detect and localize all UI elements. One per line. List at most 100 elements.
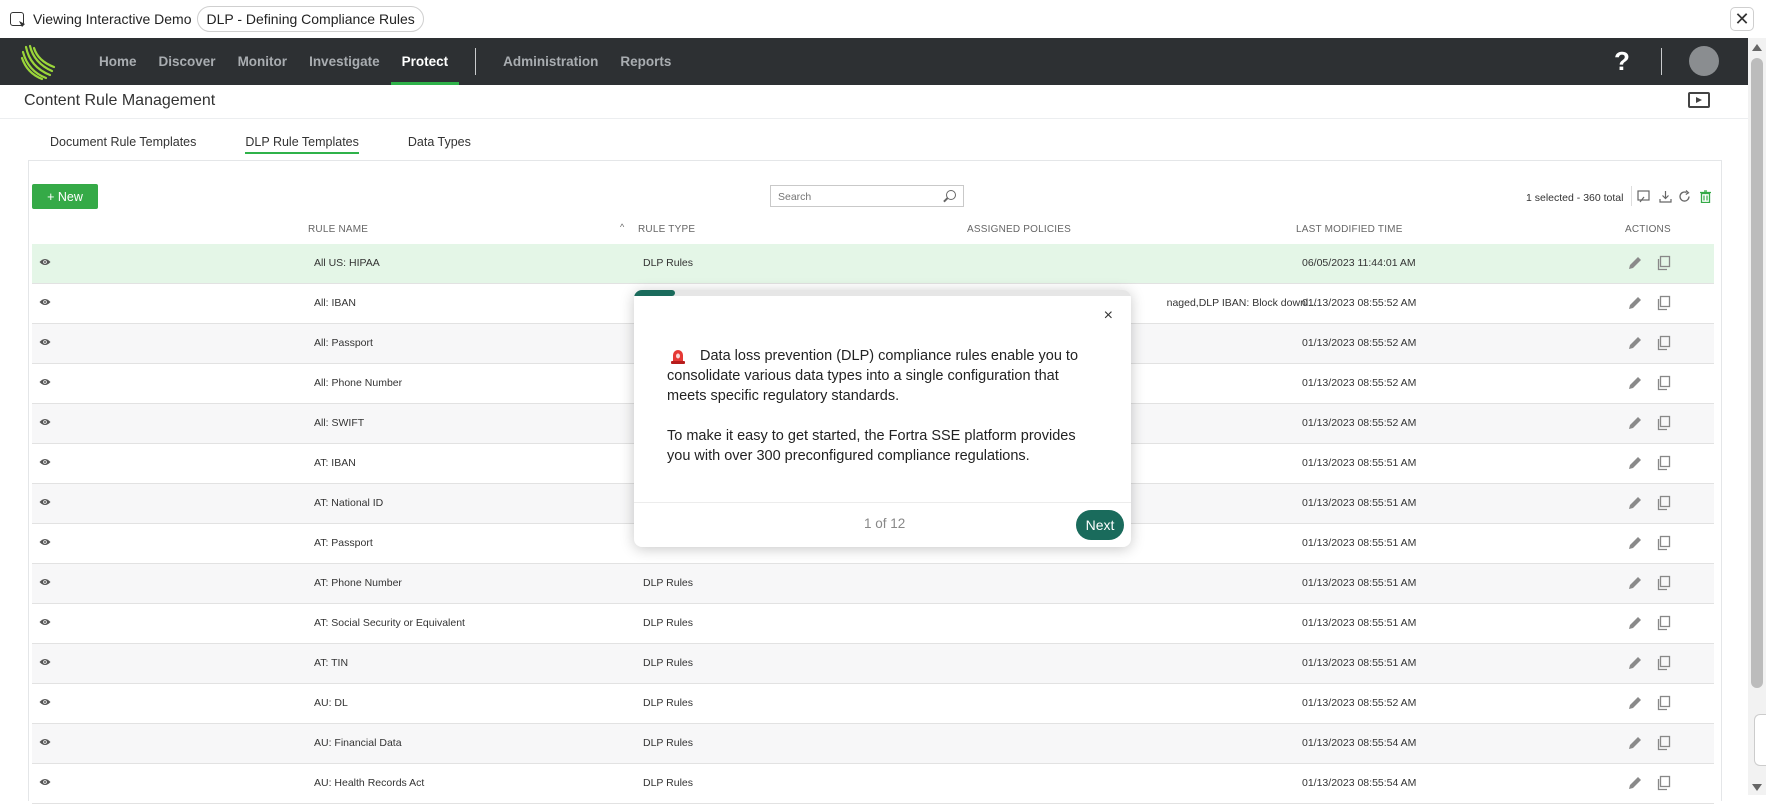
copy-icon[interactable]	[1656, 335, 1672, 351]
fortra-logo-icon[interactable]	[20, 43, 58, 81]
copy-icon[interactable]	[1656, 535, 1672, 551]
edit-icon[interactable]	[1627, 335, 1643, 351]
rule-type-cell: DLP Rules	[643, 737, 693, 749]
edit-icon[interactable]	[1627, 695, 1643, 711]
edit-icon[interactable]	[1627, 655, 1643, 671]
column-header-last-modified[interactable]: LAST MODIFIED TIME	[1296, 224, 1403, 235]
nav-item-investigate[interactable]: Investigate	[298, 38, 391, 85]
copy-icon[interactable]	[1656, 255, 1672, 271]
new-button[interactable]: + New	[32, 184, 98, 209]
view-eye-icon[interactable]	[39, 698, 51, 706]
view-eye-icon[interactable]	[39, 618, 51, 626]
search-icon[interactable]	[946, 190, 956, 200]
copy-icon[interactable]	[1656, 695, 1672, 711]
nav-item-reports[interactable]: Reports	[609, 38, 682, 85]
copy-icon[interactable]	[1656, 295, 1672, 311]
nav-item-monitor[interactable]: Monitor	[227, 38, 299, 85]
close-icon[interactable]: ✕	[1730, 7, 1754, 31]
close-icon[interactable]: ×	[1104, 308, 1113, 324]
next-button[interactable]: Next	[1076, 510, 1124, 540]
edit-icon[interactable]	[1627, 535, 1643, 551]
view-eye-icon[interactable]	[39, 738, 51, 746]
edit-icon[interactable]	[1627, 255, 1643, 271]
rule-name-cell: AU: Health Records Act	[314, 777, 425, 789]
last-modified-cell: 01/13/2023 08:55:51 AM	[1302, 577, 1417, 589]
tab-dlp-rule-templates[interactable]: DLP Rule Templates	[245, 135, 359, 154]
edit-icon[interactable]	[1627, 735, 1643, 751]
tour-step-indicator: 1 of 12	[864, 516, 906, 531]
tab-document-rule-templates[interactable]: Document Rule Templates	[50, 135, 196, 154]
view-eye-icon[interactable]	[39, 378, 51, 386]
view-eye-icon[interactable]	[39, 778, 51, 786]
view-eye-icon[interactable]	[39, 458, 51, 466]
scroll-down-icon[interactable]	[1752, 784, 1762, 791]
table-row[interactable]: AT: TIN DLP Rules 01/13/2023 08:55:51 AM	[32, 644, 1714, 684]
scroll-thumb[interactable]	[1751, 58, 1763, 688]
copy-icon[interactable]	[1656, 655, 1672, 671]
search-input[interactable]	[776, 187, 940, 207]
rule-name-cell: AT: National ID	[314, 497, 384, 509]
nav-item-home[interactable]: Home	[88, 38, 148, 85]
interactive-demo-icon	[10, 12, 24, 26]
copy-icon[interactable]	[1656, 775, 1672, 791]
tour-body: Data loss prevention (DLP) compliance ru…	[667, 346, 1097, 486]
video-icon[interactable]	[1688, 92, 1710, 108]
avatar[interactable]	[1689, 46, 1719, 76]
rule-type-cell: DLP Rules	[643, 697, 693, 709]
table-row[interactable]: AT: Phone Number DLP Rules 01/13/2023 08:5…	[32, 564, 1714, 604]
table-row[interactable]: AU: Financial Data DLP Rules 01/13/2023 08…	[32, 724, 1714, 764]
edit-icon[interactable]	[1627, 415, 1643, 431]
table-row[interactable]: All US: HIPAA DLP Rules 06/05/2023 11:44:0…	[32, 244, 1714, 284]
copy-icon[interactable]	[1656, 375, 1672, 391]
copy-icon[interactable]	[1656, 495, 1672, 511]
toolbar-divider	[1631, 186, 1632, 206]
table-row[interactable]: AU: DL DLP Rules 01/13/2023 08:55:52 AM	[32, 684, 1714, 724]
tab-data-types[interactable]: Data Types	[408, 135, 471, 154]
delete-icon[interactable]	[1699, 190, 1712, 203]
edit-icon[interactable]	[1627, 775, 1643, 791]
edit-icon[interactable]	[1627, 575, 1643, 591]
page-scrollbar[interactable]	[1748, 38, 1766, 795]
sort-ascending-icon[interactable]: ^	[620, 222, 624, 232]
view-eye-icon[interactable]	[39, 338, 51, 346]
view-eye-icon[interactable]	[39, 578, 51, 586]
view-eye-icon[interactable]	[39, 418, 51, 426]
rule-name-cell: AT: Passport	[314, 537, 373, 549]
view-eye-icon[interactable]	[39, 498, 51, 506]
table-row[interactable]: AU: Health Records Act DLP Rules 01/13/202…	[32, 764, 1714, 804]
nav-item-protect[interactable]: Protect	[390, 38, 460, 85]
column-header-assigned-policies[interactable]: ASSIGNED POLICIES	[967, 224, 1071, 235]
download-icon[interactable]	[1659, 190, 1672, 203]
refresh-icon[interactable]	[1678, 190, 1691, 203]
last-modified-cell: 01/13/2023 08:55:52 AM	[1302, 337, 1417, 349]
page-title: Content Rule Management	[24, 92, 216, 109]
copy-icon[interactable]	[1656, 575, 1672, 591]
column-header-rule-type[interactable]: RULE TYPE	[638, 224, 695, 235]
copy-icon[interactable]	[1656, 415, 1672, 431]
assign-icon[interactable]	[1637, 190, 1650, 203]
rule-name-cell: All US: HIPAA	[314, 257, 380, 269]
view-eye-icon[interactable]	[39, 258, 51, 266]
table-row[interactable]: AT: Social Security or Equivalent DLP Rul…	[32, 604, 1714, 644]
view-eye-icon[interactable]	[39, 538, 51, 546]
nav-item-discover[interactable]: Discover	[148, 38, 227, 85]
view-eye-icon[interactable]	[39, 298, 51, 306]
edit-icon[interactable]	[1627, 495, 1643, 511]
column-header-rule-name[interactable]: RULE NAME	[308, 224, 368, 235]
copy-icon[interactable]	[1656, 735, 1672, 751]
copy-icon[interactable]	[1656, 455, 1672, 471]
copy-icon[interactable]	[1656, 615, 1672, 631]
scroll-up-icon[interactable]	[1752, 44, 1762, 51]
edit-icon[interactable]	[1627, 375, 1643, 391]
demo-title-pill: DLP - Defining Compliance Rules	[197, 6, 424, 32]
tour-progress-bar	[634, 290, 1131, 296]
last-modified-cell: 01/13/2023 08:55:52 AM	[1302, 297, 1417, 309]
rule-name-cell: AT: TIN	[314, 657, 349, 669]
edit-icon[interactable]	[1627, 295, 1643, 311]
nav-item-administration[interactable]: Administration	[492, 38, 609, 85]
help-icon[interactable]: ?	[1614, 48, 1630, 74]
side-widget[interactable]	[1754, 714, 1766, 766]
view-eye-icon[interactable]	[39, 658, 51, 666]
edit-icon[interactable]	[1627, 615, 1643, 631]
edit-icon[interactable]	[1627, 455, 1643, 471]
